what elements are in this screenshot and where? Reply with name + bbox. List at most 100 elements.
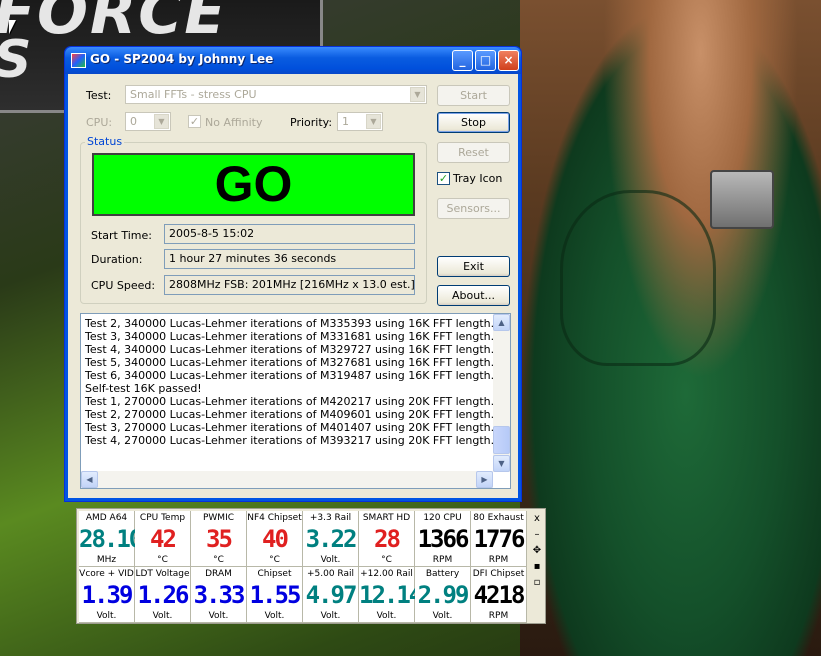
minimize-button[interactable]: _ — [452, 50, 473, 71]
chevron-down-icon[interactable]: ▼ — [366, 114, 381, 129]
horizontal-scrollbar[interactable]: ◀ ▶ — [81, 471, 493, 488]
sensor-close-icon[interactable]: x — [529, 511, 545, 527]
sensor-value: 1776 — [473, 525, 526, 553]
sensor-panel: AMD A64 28.10 MHz CPU Temp 42 °C PWMIC 35 °C NF4 … — [76, 508, 546, 624]
sensor-cell[interactable]: DRAM 3.33 Volt. — [191, 567, 247, 623]
sensor-value: 1.55 — [249, 581, 302, 609]
sensor-value: 12.14 — [359, 581, 423, 609]
about-button[interactable]: About... — [437, 285, 510, 306]
sensor-unit: Volt. — [264, 611, 285, 621]
sensor-cell[interactable]: PWMIC 35 °C — [191, 511, 247, 567]
sensors-button[interactable]: Sensors... — [437, 198, 510, 219]
no-affinity-checkbox[interactable]: ✓ — [188, 115, 201, 128]
sensor-title: +3.3 Rail — [309, 513, 352, 523]
scroll-right-icon[interactable]: ▶ — [476, 471, 493, 488]
sensor-value: 40 — [262, 525, 289, 553]
sensor-cell[interactable]: CPU Temp 42 °C — [135, 511, 191, 567]
sensor-unit: Volt. — [152, 611, 173, 621]
tray-icon-label: Tray Icon — [453, 172, 503, 185]
duration-label: Duration: — [91, 253, 143, 266]
scroll-down-icon[interactable]: ▼ — [493, 455, 510, 472]
sensor-title: AMD A64 — [85, 513, 128, 523]
sensor-cell[interactable]: Vcore + VID 1.39 Volt. — [79, 567, 135, 623]
title-bar[interactable]: GO - SP2004 by Johnny Lee _ □ × — [65, 47, 521, 74]
priority-select[interactable]: 1 ▼ — [337, 112, 383, 131]
stop-button[interactable]: Stop — [437, 112, 510, 133]
maximize-button[interactable]: □ — [475, 50, 496, 71]
cpu-speed-label: CPU Speed: — [91, 279, 156, 292]
app-icon[interactable] — [71, 53, 86, 68]
sensor-unit: RPM — [432, 555, 453, 565]
log-line: Test 6, 340000 Lucas-Lehmer iterations o… — [85, 369, 495, 382]
sensor-value: 1366 — [417, 525, 470, 553]
close-button[interactable]: × — [498, 50, 519, 71]
sensor-title: Chipset — [257, 569, 292, 579]
log-line: Test 1, 270000 Lucas-Lehmer iterations o… — [85, 395, 495, 408]
sensor-title: LDT Voltage — [135, 569, 190, 579]
sensor-title: PWMIC — [202, 513, 235, 523]
tray-icon-checkbox[interactable]: ✓ — [437, 172, 450, 185]
sensor-unit: Volt. — [96, 611, 117, 621]
start-button[interactable]: Start — [437, 85, 510, 106]
start-time-field: 2005-8-5 15:02 — [164, 224, 415, 244]
sensor-title: DRAM — [205, 569, 232, 579]
log-lines: Test 2, 340000 Lucas-Lehmer iterations o… — [85, 317, 494, 447]
sensor-unit: Volt. — [320, 555, 341, 565]
sensor-unit: Volt. — [376, 611, 397, 621]
sensor-unit: °C — [269, 555, 280, 565]
sensor-unit: Volt. — [432, 611, 453, 621]
sensor-cell[interactable]: 80 Exhaust 1776 RPM — [471, 511, 527, 567]
move-icon[interactable]: ✥ — [529, 543, 545, 559]
scroll-left-icon[interactable]: ◀ — [81, 471, 98, 488]
reset-button[interactable]: Reset — [437, 142, 510, 163]
chevron-down-icon[interactable]: ▼ — [410, 87, 425, 102]
sensor-value: 3.22 — [305, 525, 358, 553]
sensor-cell[interactable]: +5.00 Rail 4.97 Volt. — [303, 567, 359, 623]
vertical-scrollbar[interactable]: ▲ ▼ — [493, 314, 510, 472]
sensor-cell[interactable]: Battery 2.99 Volt. — [415, 567, 471, 623]
sensor-unit: Volt. — [208, 611, 229, 621]
sensor-cell[interactable]: 120 CPU 1366 RPM — [415, 511, 471, 567]
exit-button[interactable]: Exit — [437, 256, 510, 277]
sensor-unit: Volt. — [320, 611, 341, 621]
sensor-value: 1.26 — [137, 581, 190, 609]
sensor-unit: MHz — [96, 555, 117, 565]
sensor-cell[interactable]: LDT Voltage 1.26 Volt. — [135, 567, 191, 623]
cpu-select[interactable]: 0 ▼ — [125, 112, 171, 131]
sensor-cell[interactable]: DFI Chipset 4218 RPM — [471, 567, 527, 623]
sensor-cell[interactable]: AMD A64 28.10 MHz — [79, 511, 143, 567]
sensor-minimize-icon[interactable]: – — [529, 527, 545, 543]
sensor-cell[interactable]: +3.3 Rail 3.22 Volt. — [303, 511, 359, 567]
sensor-unit: °C — [213, 555, 224, 565]
priority-select-value: 1 — [342, 115, 349, 128]
test-label: Test: — [86, 89, 112, 102]
sensor-title: SMART HD — [362, 513, 411, 523]
log-line: Test 4, 340000 Lucas-Lehmer iterations o… — [85, 343, 495, 356]
sensor-cell[interactable]: Chipset 1.55 Volt. — [247, 567, 303, 623]
sensor-value: 4218 — [473, 581, 526, 609]
duration-field: 1 hour 27 minutes 36 seconds — [164, 249, 415, 269]
background-logo-text-2: S — [0, 30, 33, 90]
cpu-select-value: 0 — [130, 115, 137, 128]
sensor-cell[interactable]: +12.00 Rail 12.14 Volt. — [359, 567, 423, 623]
background-logo-text: FORCE — [0, 0, 228, 48]
scroll-up-icon[interactable]: ▲ — [493, 314, 510, 331]
sensor-cell[interactable]: NF4 Chipset 40 °C — [247, 511, 303, 567]
log-line: Test 5, 340000 Lucas-Lehmer iterations o… — [85, 356, 495, 369]
sensor-cell[interactable]: SMART HD 28 °C — [359, 511, 415, 567]
cpu-label: CPU: — [86, 116, 113, 129]
chevron-down-icon[interactable]: ▼ — [154, 114, 169, 129]
settings-icon[interactable]: ▪ — [529, 559, 545, 575]
sensor-panel-controls: x – ✥ ▪ ▫ — [529, 511, 545, 621]
status-group-title: Status — [85, 135, 125, 148]
sensor-unit: RPM — [488, 611, 509, 621]
test-select[interactable]: Small FFTs - stress CPU ▼ — [125, 85, 427, 104]
sensor-title: DFI Chipset — [472, 569, 525, 579]
log-output[interactable]: Test 2, 340000 Lucas-Lehmer iterations o… — [80, 313, 511, 489]
scroll-thumb[interactable] — [493, 426, 510, 454]
sensor-value: 28 — [374, 525, 401, 553]
lock-icon[interactable]: ▫ — [529, 575, 545, 591]
test-select-value: Small FFTs - stress CPU — [130, 88, 257, 101]
sensor-value: 28.10 — [79, 525, 143, 553]
sensor-value: 3.33 — [193, 581, 246, 609]
